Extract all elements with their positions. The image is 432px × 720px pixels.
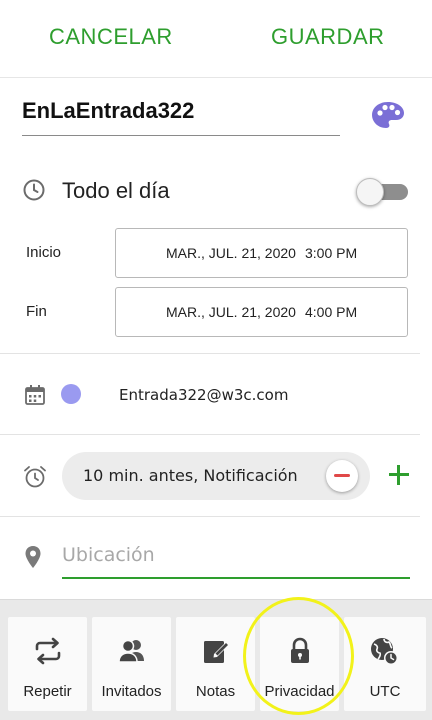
privacy-button[interactable]: Privacidad bbox=[260, 617, 339, 711]
remove-reminder-button[interactable] bbox=[326, 460, 358, 492]
divider bbox=[0, 516, 420, 517]
event-title-field[interactable]: EnLaEntrada322 bbox=[22, 94, 340, 136]
repeat-icon bbox=[35, 637, 61, 665]
end-label: Fin bbox=[26, 303, 47, 320]
start-datetime-button[interactable]: MAR., JUL. 21, 2020 3:00 PM bbox=[115, 228, 408, 278]
location-input[interactable] bbox=[62, 540, 402, 570]
alarm-icon bbox=[22, 464, 48, 490]
notes-label: Notas bbox=[195, 683, 236, 700]
end-datetime-button[interactable]: MAR., JUL. 21, 2020 4:00 PM bbox=[115, 287, 408, 337]
minus-icon bbox=[334, 474, 350, 477]
reminder-chip[interactable]: 10 min. antes, Notificación bbox=[62, 452, 370, 500]
calendar-icon bbox=[24, 384, 46, 406]
start-date: MAR., JUL. 21, 2020 bbox=[166, 245, 296, 261]
save-button[interactable]: GUARDAR bbox=[271, 24, 385, 50]
all-day-row: Todo el día bbox=[0, 165, 432, 217]
start-label: Inicio bbox=[26, 244, 62, 261]
clock-icon bbox=[22, 178, 46, 202]
divider bbox=[0, 434, 420, 435]
calendar-color-dot[interactable] bbox=[61, 384, 81, 404]
utc-button[interactable]: UTC bbox=[344, 617, 426, 711]
guests-button[interactable]: Invitados bbox=[92, 617, 171, 711]
guests-label: Invitados bbox=[101, 683, 162, 700]
end-date: MAR., JUL. 21, 2020 bbox=[166, 304, 296, 320]
lock-icon bbox=[291, 637, 309, 663]
palette-icon[interactable] bbox=[370, 100, 406, 130]
notes-button[interactable]: Notas bbox=[176, 617, 255, 711]
event-title-text: EnLaEntrada322 bbox=[22, 98, 195, 123]
globe-clock-icon bbox=[371, 638, 398, 665]
all-day-toggle[interactable] bbox=[356, 177, 408, 206]
location-pin-icon bbox=[24, 545, 42, 569]
repeat-label: Repetir bbox=[23, 683, 72, 700]
reminder-text: 10 min. antes, Notificación bbox=[83, 466, 298, 485]
divider bbox=[0, 353, 420, 354]
guests-icon bbox=[118, 639, 144, 663]
add-reminder-button[interactable] bbox=[386, 462, 412, 488]
location-field bbox=[62, 536, 410, 579]
calendar-account[interactable]: Entrada322@w3c.com bbox=[119, 386, 288, 404]
all-day-label: Todo el día bbox=[62, 178, 170, 203]
notes-icon bbox=[204, 641, 229, 663]
utc-label: UTC bbox=[369, 683, 401, 700]
privacy-label: Privacidad bbox=[264, 683, 335, 700]
cancel-button[interactable]: CANCELAR bbox=[49, 24, 173, 50]
toggle-knob bbox=[356, 178, 384, 206]
bottom-options-bar: Repetir Invitados Notas Privacidad UTC bbox=[0, 599, 432, 720]
top-action-bar: CANCELAR GUARDAR bbox=[0, 0, 432, 78]
start-time: 3:00 PM bbox=[305, 245, 358, 261]
end-time: 4:00 PM bbox=[305, 304, 358, 320]
repeat-button[interactable]: Repetir bbox=[8, 617, 87, 711]
